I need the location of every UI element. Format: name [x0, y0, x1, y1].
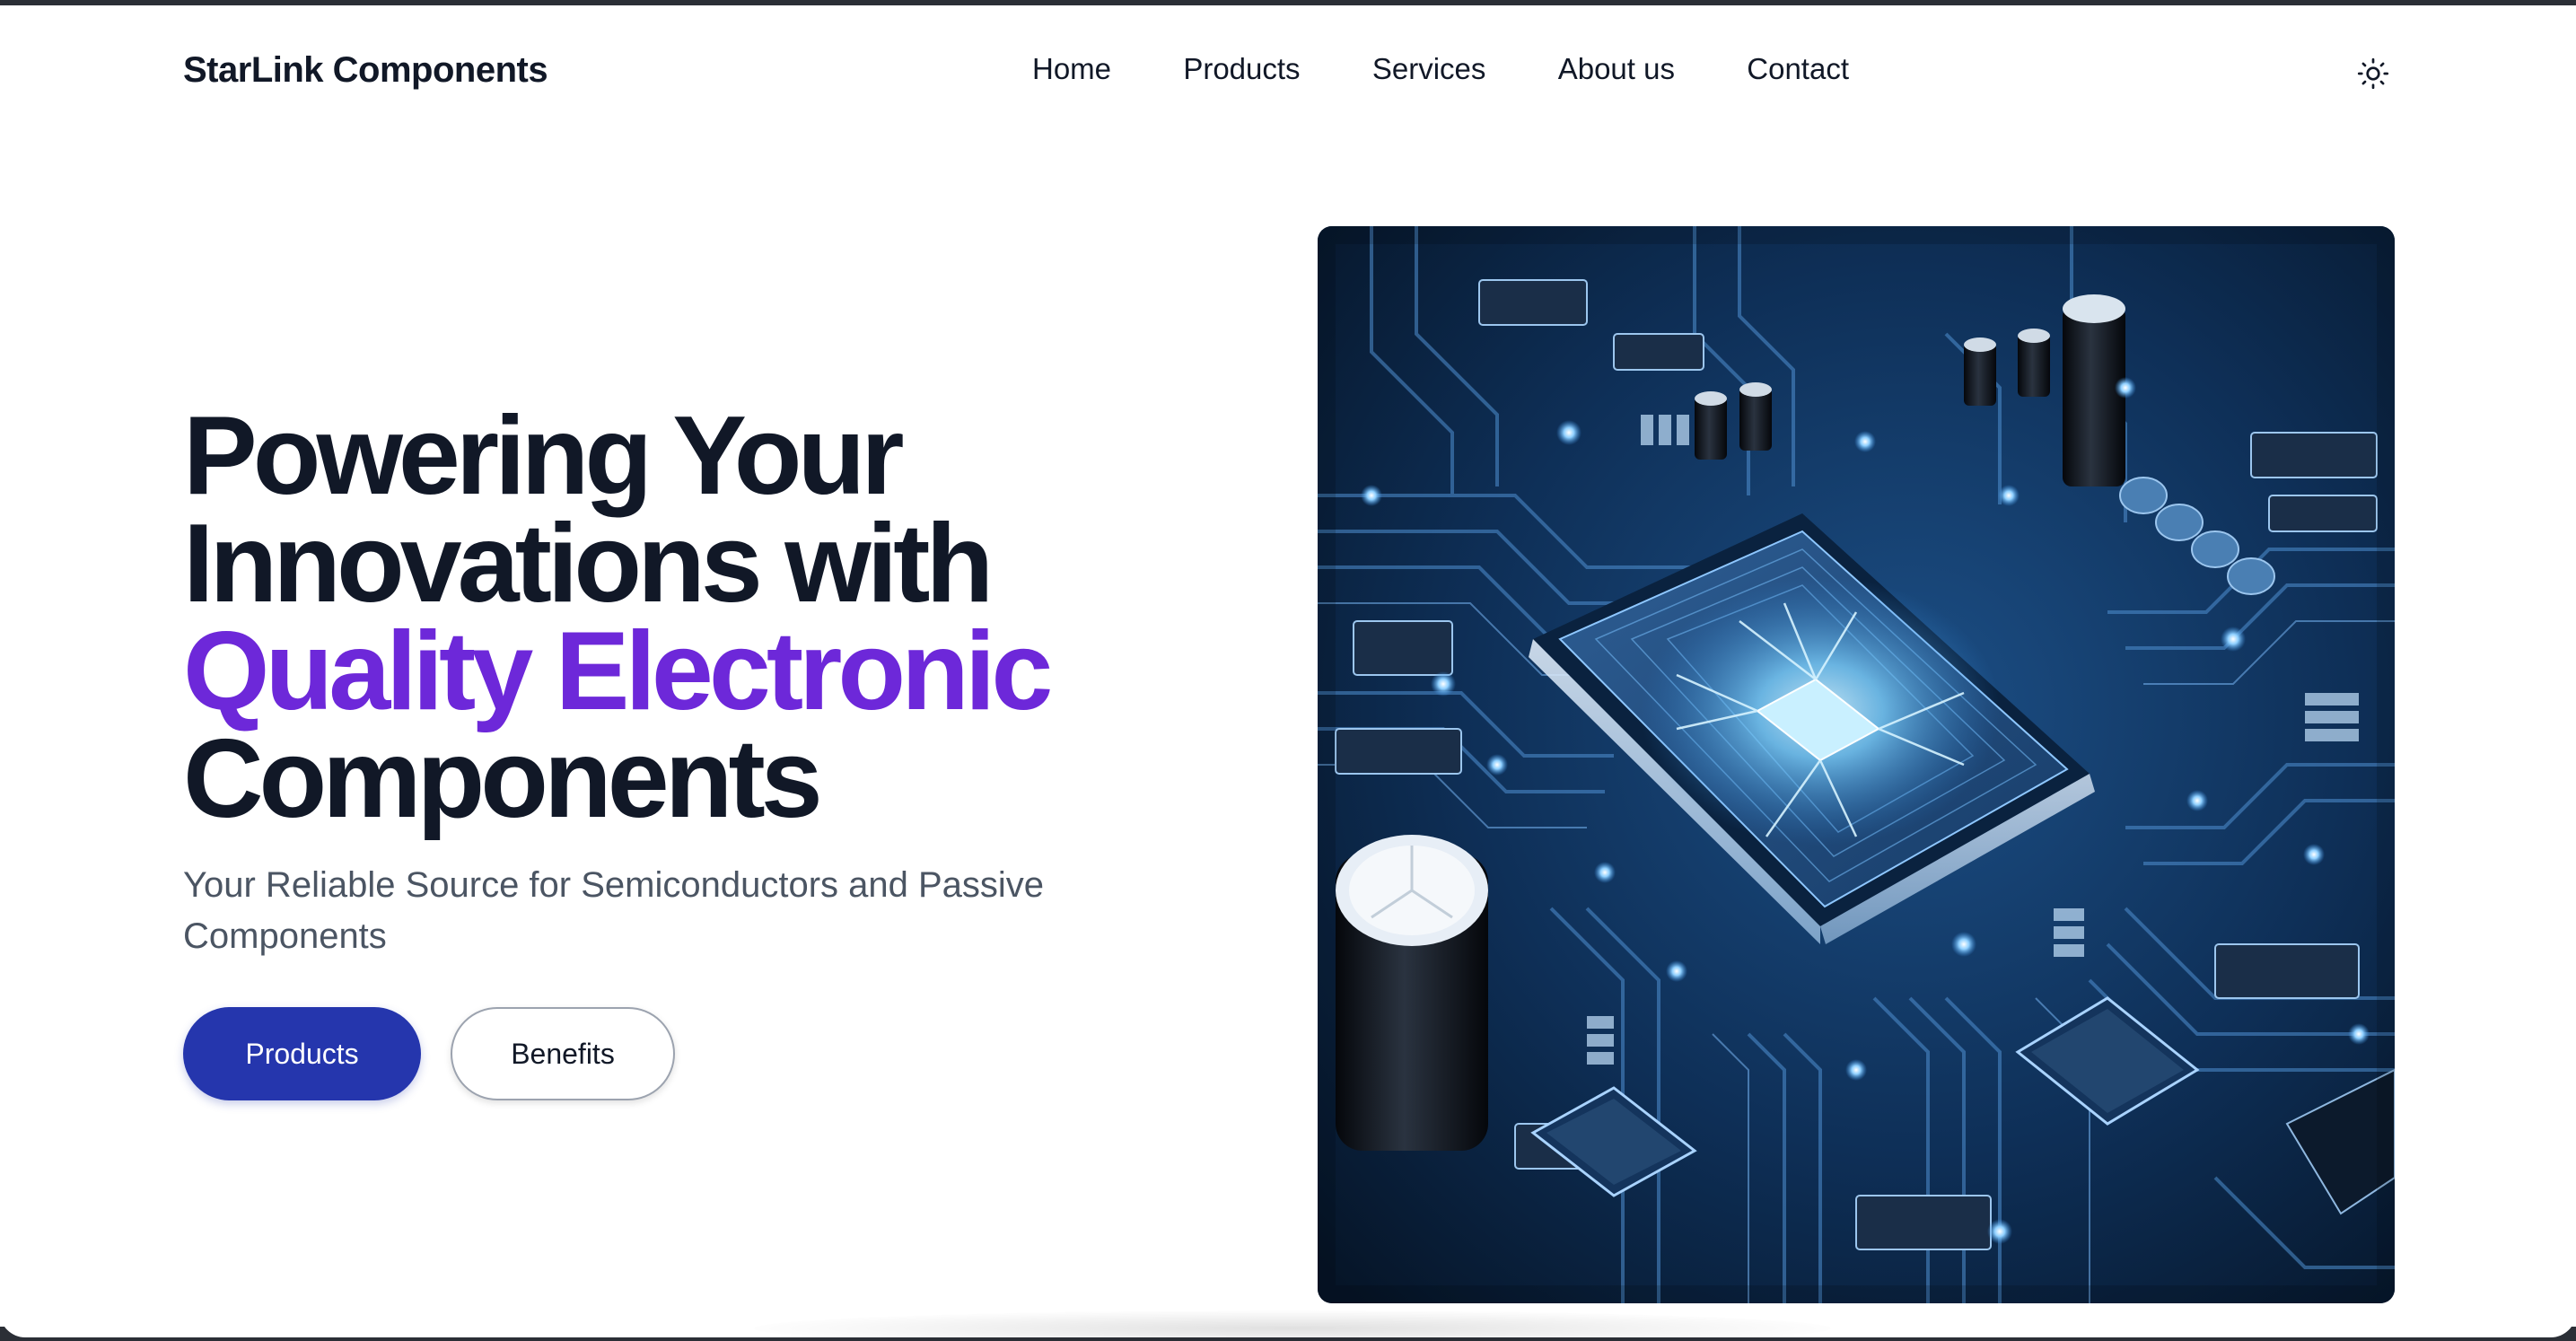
hero-headline: Powering Your Innovations with Quality E… [183, 394, 1260, 841]
brand-logo-text[interactable]: StarLink Components [183, 50, 548, 91]
nav-item-contact[interactable]: Contact [1747, 52, 1849, 86]
nav-item-home[interactable]: Home [1032, 52, 1111, 86]
page: StarLink Components Home Products Servic… [0, 0, 2576, 1341]
headline-line-4: Components [183, 717, 823, 841]
nav-item-products[interactable]: Products [1183, 52, 1300, 86]
window-top-border [0, 0, 2576, 5]
benefits-button[interactable]: Benefits [451, 1007, 675, 1100]
nav-item-services[interactable]: Services [1372, 52, 1486, 86]
nav-item-about-us[interactable]: About us [1558, 52, 1675, 86]
headline-accent-line: Quality Electronic [183, 609, 1053, 733]
sun-icon [2357, 57, 2389, 90]
headline-line-2: Innovations with [183, 502, 994, 626]
bottom-shadow [754, 1310, 1831, 1341]
headline-line-1: Powering Your [183, 394, 905, 518]
main-nav: Home Products Services About us Contact [1032, 52, 1849, 86]
products-button[interactable]: Products [183, 1007, 421, 1100]
hero-subtitle: Your Reliable Source for Semiconductors … [183, 865, 1045, 956]
theme-toggle-button[interactable] [2355, 56, 2391, 92]
circuit-board-chip-image [1318, 226, 2395, 1303]
